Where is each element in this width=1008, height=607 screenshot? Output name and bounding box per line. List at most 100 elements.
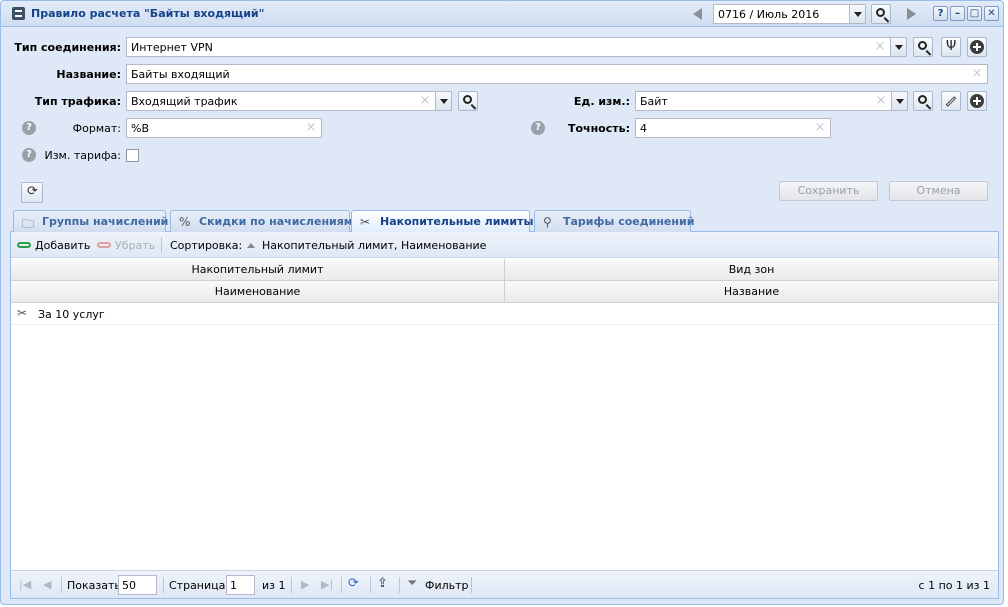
column-header-name[interactable]: Наименование — [11, 281, 505, 303]
grid-toolbar: Добавить Убрать Сортировка: Накопительны… — [11, 232, 998, 258]
add-button[interactable]: Добавить — [35, 239, 90, 252]
plus-circle-icon — [970, 94, 984, 108]
tab-label: Тарифы соединений — [563, 215, 695, 228]
search-icon — [918, 41, 927, 50]
pager-divider — [291, 577, 292, 593]
page-input[interactable]: 1 — [226, 575, 255, 595]
remove-button[interactable]: Убрать — [115, 239, 155, 252]
clear-icon[interactable]: × — [419, 94, 431, 108]
tab-connection-tariffs[interactable]: ⚲ Тарифы соединений — [534, 210, 695, 232]
chevron-down-icon[interactable] — [849, 4, 866, 24]
last-page-icon[interactable]: ▶| — [321, 578, 333, 591]
tariff-change-label: Изм. тарифа: — [44, 149, 121, 162]
link-icon — [17, 242, 31, 248]
sort-value[interactable]: Накопительный лимит, Наименование — [262, 239, 486, 252]
connection-type-value: Интернет VPN — [131, 41, 213, 54]
refresh-icon[interactable]: ⟳ — [348, 576, 359, 591]
period-search-button[interactable] — [871, 4, 891, 24]
pager-divider — [471, 577, 472, 593]
connection-type-tree-button[interactable]: Ψ — [941, 37, 961, 57]
rule-window: Правило расчета "Байты входящий" 0716 / … — [0, 0, 1004, 605]
unit-combo[interactable]: Байт × — [635, 91, 908, 111]
unit-add-button[interactable] — [967, 91, 987, 111]
clear-icon[interactable]: × — [814, 121, 826, 135]
minimize-button[interactable]: – — [950, 6, 965, 21]
clear-icon[interactable]: × — [971, 67, 983, 81]
tab-bar: 🗀 Группы начислений % Скидки по начислен… — [10, 209, 999, 233]
page-size-input[interactable]: 50 — [118, 575, 157, 595]
precision-input[interactable]: 4 × — [635, 118, 831, 138]
help-button[interactable]: ? — [933, 6, 948, 21]
window-title: Правило расчета "Байты входящий" — [31, 7, 265, 20]
pencil-icon — [945, 96, 957, 107]
export-icon[interactable]: ⇪ — [377, 576, 388, 591]
pager-divider — [341, 577, 342, 593]
tab-accumulative-limits[interactable]: ✂ Накопительные лимиты — [351, 210, 533, 233]
next-period-arrow-icon[interactable] — [902, 5, 920, 23]
network-icon: ⚲ — [543, 215, 552, 229]
format-input[interactable]: %B × — [126, 118, 322, 138]
prev-page-icon[interactable]: ◀ — [43, 578, 51, 591]
group-header-limit: Накопительный лимит — [11, 259, 505, 281]
traffic-type-value: Входящий трафик — [131, 95, 238, 108]
format-label: Формат: — [72, 122, 121, 135]
chevron-down-icon[interactable] — [435, 91, 452, 111]
fork-icon: Ψ — [946, 39, 957, 54]
precision-value: 4 — [640, 122, 647, 135]
clear-icon[interactable]: × — [305, 121, 317, 135]
connection-type-search-button[interactable] — [913, 37, 933, 57]
cancel-button[interactable]: Отмена — [889, 181, 988, 201]
column-header-title[interactable]: Название — [505, 281, 999, 303]
sort-label: Сортировка: — [170, 239, 243, 252]
chevron-down-icon[interactable] — [891, 91, 908, 111]
traffic-type-label: Тип трафика: — [34, 95, 121, 108]
traffic-type-search-button[interactable] — [458, 91, 478, 111]
search-icon — [918, 95, 927, 104]
help-icon[interactable]: ? — [22, 121, 36, 135]
filter-icon[interactable]: ⏷ — [407, 576, 417, 591]
limits-panel: Добавить Убрать Сортировка: Накопительны… — [10, 232, 999, 599]
connection-type-add-button[interactable] — [967, 37, 987, 57]
filter-button[interactable]: Фильтр — [425, 579, 469, 592]
help-icon[interactable]: ? — [531, 121, 545, 135]
help-icon[interactable]: ? — [22, 148, 36, 162]
tariff-change-checkbox[interactable] — [126, 149, 139, 162]
clear-icon[interactable]: × — [874, 40, 886, 54]
unit-value: Байт — [640, 95, 668, 108]
tab-accrual-groups[interactable]: 🗀 Группы начислений — [13, 210, 168, 232]
search-icon — [876, 8, 885, 17]
next-page-icon[interactable]: ▶ — [301, 578, 309, 591]
pager-divider — [163, 577, 164, 593]
unit-search-button[interactable] — [913, 91, 933, 111]
period-select[interactable]: 0716 / Июль 2016 — [713, 4, 866, 24]
first-page-icon[interactable]: |◀ — [19, 578, 31, 591]
table-row[interactable]: ✂ За 10 услуг — [11, 303, 998, 325]
pager-divider — [370, 577, 371, 593]
paging-toolbar: |◀ ◀ Показать 50 Страница 1 из 1 ▶ ▶| ⟳ … — [11, 570, 998, 598]
tab-accrual-discounts[interactable]: % Скидки по начислениям — [170, 210, 353, 232]
row-name: За 10 услуг — [38, 308, 105, 321]
previous-period-arrow-icon[interactable] — [689, 5, 707, 23]
scissors-icon: ✂ — [360, 215, 371, 229]
save-button[interactable]: Сохранить — [779, 181, 878, 201]
paging-summary: с 1 по 1 из 1 — [918, 579, 990, 592]
close-button[interactable]: ✕ — [984, 6, 999, 21]
chevron-down-icon[interactable] — [890, 37, 907, 57]
percent-icon: % — [179, 215, 191, 229]
refresh-button[interactable]: ⟳ — [21, 182, 43, 203]
group-header-zone: Вид зон — [505, 259, 999, 281]
search-icon — [463, 95, 472, 104]
period-value: 0716 / Июль 2016 — [718, 8, 820, 21]
traffic-type-combo[interactable]: Входящий трафик × — [126, 91, 452, 111]
refresh-icon: ⟳ — [27, 184, 38, 199]
maximize-button[interactable]: □ — [967, 6, 982, 21]
unit-edit-button[interactable] — [941, 91, 961, 111]
clear-icon[interactable]: × — [875, 94, 887, 108]
page-count: из 1 — [262, 579, 286, 592]
precision-label: Точность: — [567, 122, 630, 135]
plus-circle-icon — [970, 40, 984, 54]
format-value: %B — [131, 122, 149, 135]
connection-type-combo[interactable]: Интернет VPN × — [126, 37, 907, 57]
unlink-icon — [97, 242, 111, 248]
name-input[interactable]: Байты входящий × — [126, 64, 988, 84]
